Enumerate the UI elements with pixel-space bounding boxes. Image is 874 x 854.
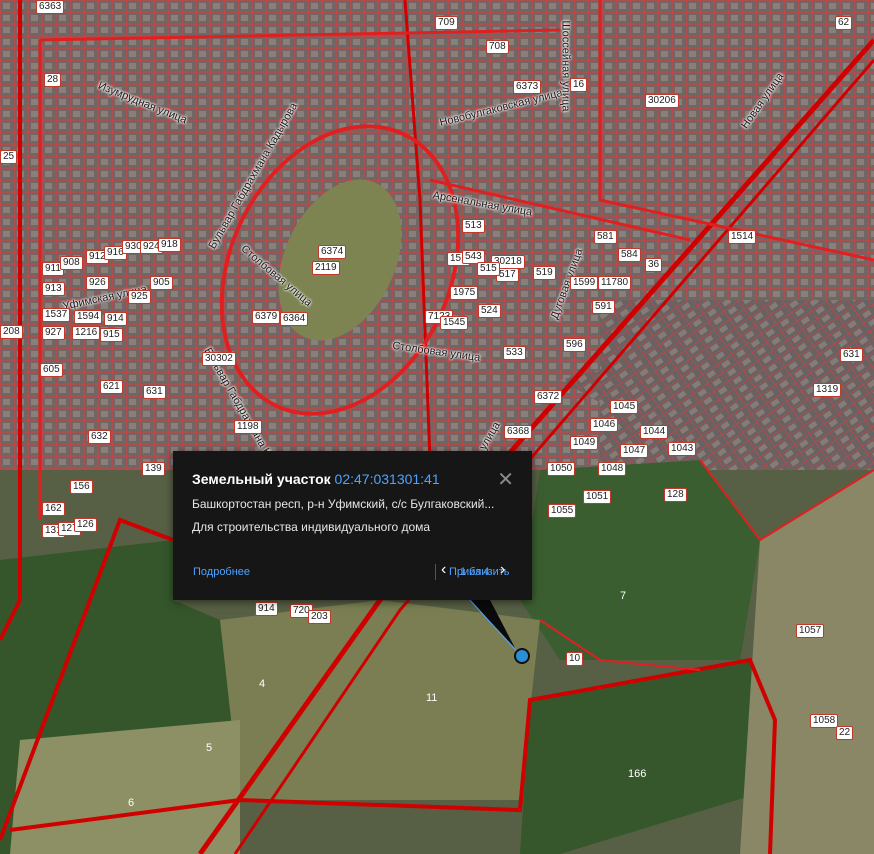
parcel-label[interactable]: 28	[44, 73, 62, 87]
parcel-label[interactable]: 16	[570, 78, 588, 92]
parcel-label[interactable]: 605	[40, 363, 63, 377]
parcel-label[interactable]: 709	[435, 16, 458, 30]
parcel-label[interactable]: 1049	[570, 436, 599, 450]
parcel-label[interactable]: 584	[618, 248, 641, 262]
parcel-number[interactable]: 166	[628, 768, 646, 780]
parcel-label[interactable]: 203	[308, 610, 331, 624]
parcel-label[interactable]: 1047	[620, 444, 649, 458]
parcel-number[interactable]: 5	[206, 742, 212, 754]
parcel-label[interactable]: 1048	[598, 462, 627, 476]
parcel-label[interactable]: 631	[143, 385, 166, 399]
chevron-right-icon[interactable]: ›	[500, 561, 505, 579]
parcel-label[interactable]: 1537	[42, 308, 71, 322]
parcel-label[interactable]: 6373	[513, 80, 542, 94]
parcel-label[interactable]: 10	[566, 652, 584, 666]
parcel-label[interactable]: 1050	[547, 462, 576, 476]
parcel-label[interactable]: 1055	[548, 504, 577, 518]
parcel-label[interactable]: 208	[0, 325, 23, 339]
parcel-label[interactable]: 1045	[610, 400, 639, 414]
parcel-label[interactable]: 36	[645, 258, 663, 272]
parcel-label[interactable]: 927	[42, 326, 65, 340]
parcel-label[interactable]: 30206	[645, 94, 679, 108]
parcel-label[interactable]: 6374	[318, 245, 347, 259]
parcel-usage: Для строительства индивидуального дома	[192, 520, 431, 534]
parcel-label[interactable]: 905	[150, 276, 173, 290]
more-link[interactable]: Подробнее	[193, 566, 250, 578]
parcel-label[interactable]: 1198	[234, 420, 262, 434]
parcel-label[interactable]: 62	[835, 16, 853, 30]
parcel-label[interactable]: 1514	[728, 230, 757, 244]
close-icon[interactable]: ✕	[497, 467, 514, 492]
parcel-label[interactable]: 1594	[74, 310, 103, 324]
parcel-label[interactable]: 519	[533, 266, 556, 280]
parcel-label[interactable]: 1545	[440, 316, 469, 330]
parcel-number[interactable]: 11	[426, 692, 437, 704]
parcel-label[interactable]: 1599	[570, 276, 599, 290]
parcel-label[interactable]: 1046	[590, 418, 619, 432]
parcel-label[interactable]: 1051	[583, 490, 612, 504]
parcel-label[interactable]: 1058	[810, 714, 839, 728]
parcel-label[interactable]: 596	[563, 338, 586, 352]
parcel-label[interactable]: 1319	[813, 383, 842, 397]
street-label: Шоссейная улица	[559, 20, 572, 112]
link-divider	[435, 564, 436, 580]
parcel-label[interactable]: 11780	[598, 276, 632, 290]
parcel-label[interactable]: 914	[255, 602, 278, 616]
parcel-label[interactable]: 908	[60, 256, 83, 270]
parcel-label[interactable]: 515	[477, 262, 500, 276]
parcel-number[interactable]: 4	[259, 678, 265, 690]
parcel-label[interactable]: 524	[478, 304, 501, 318]
parcel-label[interactable]: 1975	[450, 286, 479, 300]
parcel-label[interactable]: 1057	[796, 624, 825, 638]
parcel-label[interactable]: 1216	[72, 326, 101, 340]
parcel-label[interactable]: 22	[836, 726, 854, 740]
parcel-label[interactable]: 6379	[252, 310, 281, 324]
parcel-label[interactable]: 918	[158, 238, 181, 252]
parcel-label[interactable]: 6364	[280, 312, 309, 326]
parcel-label[interactable]: 913	[42, 282, 65, 296]
parcel-label[interactable]: 128	[664, 488, 687, 502]
parcel-number[interactable]: 6	[128, 797, 134, 809]
parcel-label[interactable]: 631	[840, 348, 863, 362]
parcel-label[interactable]: 6363	[36, 0, 65, 14]
parcel-label[interactable]: 708	[486, 40, 509, 54]
parcel-label[interactable]: 914	[104, 312, 127, 326]
popup-title-text: Земельный участок	[192, 471, 331, 487]
parcel-address: Башкортостан респ, р-н Уфимский, с/с Бул…	[192, 497, 495, 511]
parcel-label[interactable]: 162	[42, 502, 65, 516]
parcel-label[interactable]: 30302	[202, 352, 236, 366]
parcel-label[interactable]: 6368	[504, 425, 533, 439]
parcel-label[interactable]: 621	[100, 380, 123, 394]
parcel-info-popup: Земельный участок 02:47:031301:41 ✕ Башк…	[173, 451, 532, 600]
parcel-label[interactable]: 1044	[640, 425, 669, 439]
parcel-label[interactable]: 591	[592, 300, 615, 314]
parcel-label[interactable]: 926	[86, 276, 109, 290]
parcel-label[interactable]: 6372	[534, 390, 563, 404]
parcel-number[interactable]: 7	[620, 590, 626, 602]
parcel-label[interactable]: 126	[74, 518, 97, 532]
parcel-label[interactable]: 2119	[312, 261, 340, 275]
popup-title: Земельный участок 02:47:031301:41	[192, 471, 440, 487]
parcel-label[interactable]: 1043	[668, 442, 697, 456]
cadastral-number-link[interactable]: 02:47:031301:41	[335, 471, 440, 487]
satellite-map[interactable]	[0, 0, 874, 854]
parcel-label[interactable]: 632	[88, 430, 111, 444]
chevron-left-icon[interactable]: ‹	[441, 561, 446, 579]
pager-text: 1 из 4	[460, 566, 490, 578]
parcel-label[interactable]: 513	[462, 219, 485, 233]
parcel-label[interactable]: 25	[0, 150, 18, 164]
parcel-label[interactable]: 915	[100, 328, 123, 342]
parcel-label[interactable]: 925	[128, 290, 151, 304]
parcel-label[interactable]: 156	[70, 480, 93, 494]
parcel-label[interactable]: 139	[142, 462, 165, 476]
parcel-label[interactable]: 533	[503, 346, 526, 360]
parcel-label[interactable]: 581	[594, 230, 617, 244]
